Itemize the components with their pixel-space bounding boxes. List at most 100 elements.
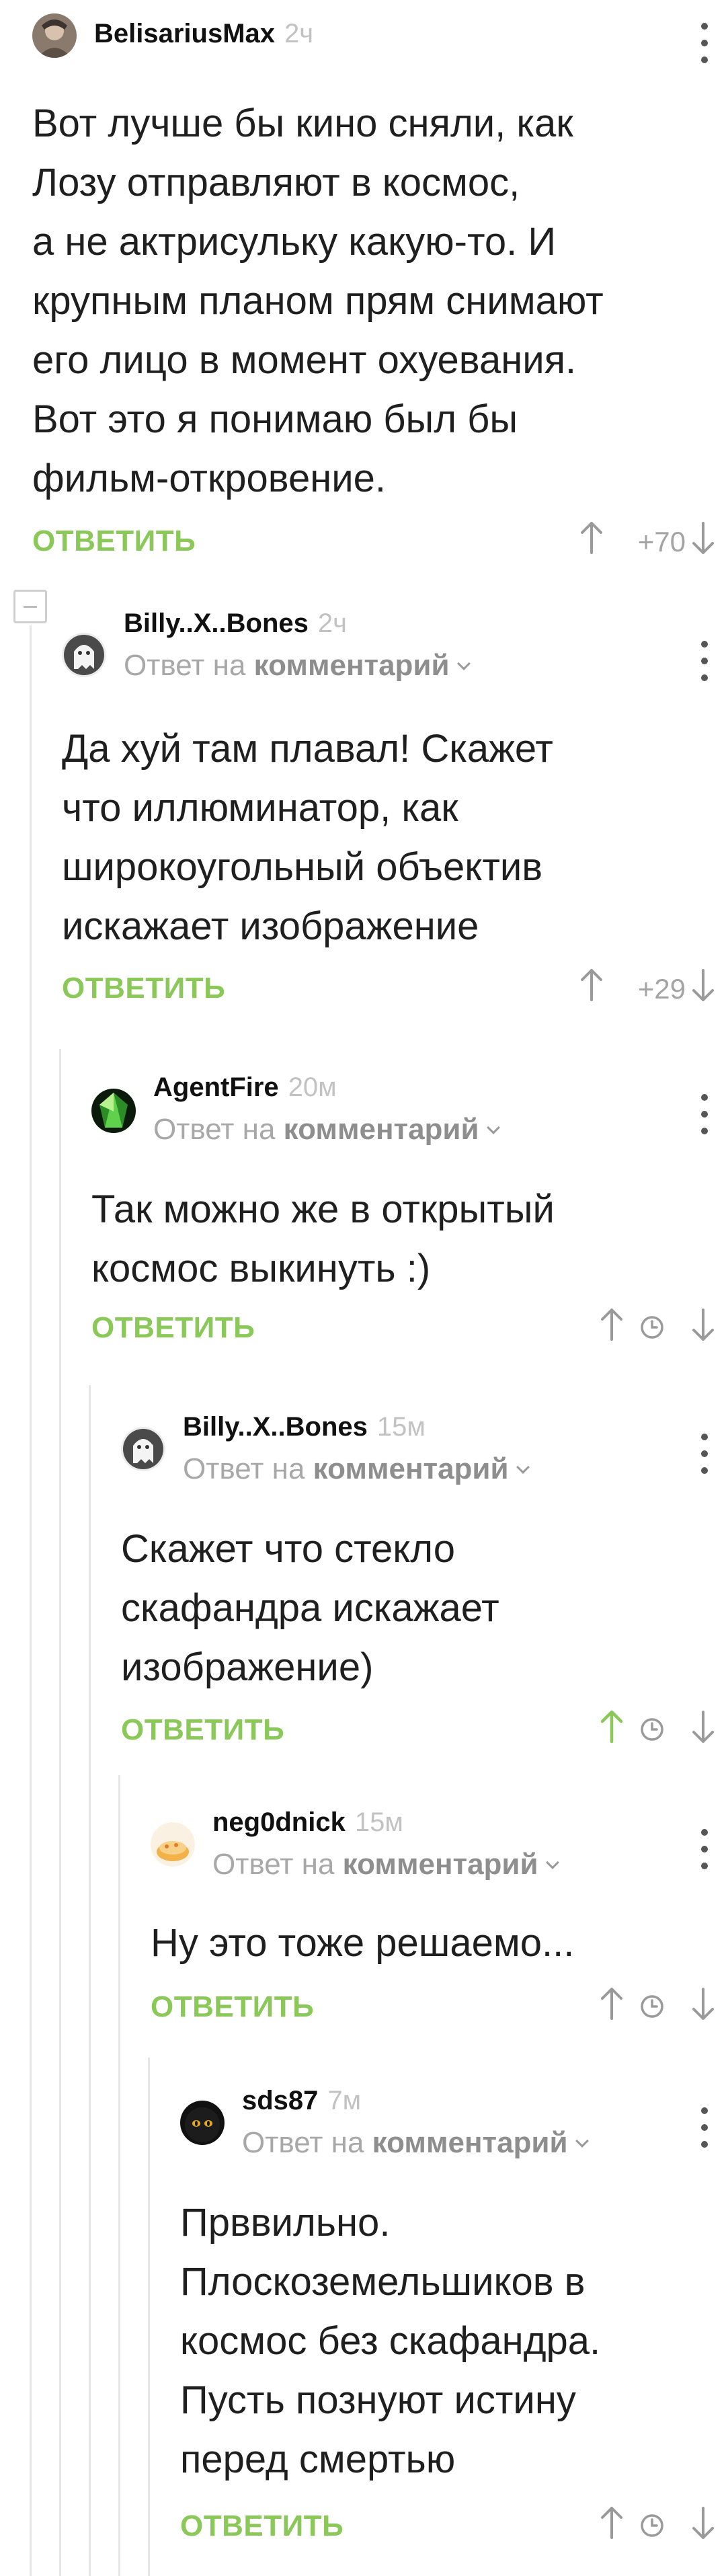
reply-to-target[interactable]: комментарий xyxy=(284,1113,479,1146)
comment-author[interactable]: Billy..X..Bones 15м xyxy=(183,1412,426,1442)
downvote-icon[interactable] xyxy=(690,519,717,557)
comment: AgentFire 20м Ответ на комментарий Так мо… xyxy=(91,1072,726,1375)
reply-to-target[interactable]: комментарий xyxy=(343,1848,538,1881)
comment-text-line: фильм-откровение. xyxy=(32,457,387,500)
comment-author[interactable]: BelisariusMax 2ч xyxy=(94,19,313,49)
author-name[interactable]: sds87 xyxy=(242,2086,318,2115)
comment-time: 20м xyxy=(288,1072,337,1102)
comment-text-line: Так можно же в открытый xyxy=(91,1187,555,1231)
food-avatar-icon xyxy=(151,1822,195,1867)
author-name[interactable]: neg0dnick xyxy=(212,1807,346,1837)
downvote-icon[interactable] xyxy=(690,1306,717,1343)
upvote-icon[interactable] xyxy=(598,1985,625,2023)
thread-line-level-2[interactable] xyxy=(59,1049,61,2576)
avatar[interactable] xyxy=(91,1089,136,1133)
more-options-icon[interactable] xyxy=(698,2107,711,2148)
more-options-icon[interactable] xyxy=(698,641,711,681)
avatar[interactable] xyxy=(32,13,77,58)
upvote-icon[interactable] xyxy=(598,1306,625,1343)
author-name[interactable]: AgentFire xyxy=(153,1072,279,1102)
reply-button[interactable]: ОТВЕТИТЬ xyxy=(91,1311,255,1345)
downvote-icon[interactable] xyxy=(690,966,717,1004)
avatar[interactable] xyxy=(151,1822,195,1867)
comment-header: Billy..X..Bones 15м Ответ на комментарий xyxy=(121,1412,726,1486)
upvote-icon[interactable] xyxy=(598,1708,625,1746)
downvote-icon[interactable] xyxy=(690,2504,717,2542)
comment-footer: ОТВЕТИТЬ +70 xyxy=(32,518,726,565)
author-name[interactable]: Billy..X..Bones xyxy=(183,1412,368,1442)
comment-text-line: Вот лучше бы кино сняли, как xyxy=(32,102,573,145)
comment-text: Да хуй там плавал! Скажет что иллюминато… xyxy=(62,719,699,956)
belisarius-avatar-icon xyxy=(32,13,77,58)
chevron-down-icon[interactable] xyxy=(516,1460,530,1474)
comment-text-line: Прввильно. xyxy=(180,2201,391,2245)
author-name[interactable]: Billy..X..Bones xyxy=(124,609,309,638)
comment-footer: ОТВЕТИТЬ +29 xyxy=(62,965,726,1012)
comment-text: Скажет что стекло скафандра искажает изо… xyxy=(121,1520,699,1697)
thread-line-level-5[interactable] xyxy=(148,2058,150,2576)
reply-to-prefix: Ответ на xyxy=(183,1452,305,1485)
thread-line-level-3[interactable] xyxy=(89,1385,91,2576)
chevron-down-icon[interactable] xyxy=(545,1856,559,1869)
downvote-icon[interactable] xyxy=(690,1985,717,2023)
comment-text-line: перед смертью xyxy=(180,2437,456,2481)
reply-button[interactable]: ОТВЕТИТЬ xyxy=(180,2509,344,2543)
more-options-icon[interactable] xyxy=(698,1094,711,1134)
chevron-down-icon[interactable] xyxy=(575,2134,589,2148)
comment-header: BelisariusMax 2ч xyxy=(32,8,726,82)
chevron-down-icon[interactable] xyxy=(486,1121,500,1134)
chevron-down-icon[interactable] xyxy=(456,657,471,670)
collapse-thread-button[interactable] xyxy=(13,590,47,623)
black-cat-avatar-icon xyxy=(180,2101,225,2145)
comment-text-line: Плоскоземельшиков в xyxy=(180,2260,586,2304)
upvote-icon[interactable] xyxy=(578,519,605,557)
reply-button[interactable]: ОТВЕТИТЬ xyxy=(62,972,225,1005)
more-options-icon[interactable] xyxy=(698,1434,711,1474)
comment-text-line: космос без скафандра. xyxy=(180,2319,601,2363)
comment-time: 15м xyxy=(354,1807,403,1837)
reply-to-link[interactable]: Ответ на комментарий xyxy=(242,2126,589,2160)
reply-to-link[interactable]: Ответ на комментарий xyxy=(153,1113,500,1146)
reply-to-prefix: Ответ на xyxy=(242,2126,364,2159)
comment-text: Так можно же в открытый космос выкинуть … xyxy=(91,1180,699,1298)
downvote-icon[interactable] xyxy=(690,1708,717,1746)
upvote-icon[interactable] xyxy=(598,2504,625,2542)
avatar[interactable] xyxy=(62,633,106,677)
thread-line-level-4[interactable] xyxy=(118,1775,120,2576)
reply-button[interactable]: ОТВЕТИТЬ xyxy=(121,1713,284,1747)
avatar[interactable] xyxy=(121,1427,165,1471)
comment-time: 15м xyxy=(376,1412,426,1442)
comment-text-line: Ну это тоже решаемо... xyxy=(151,1921,575,1965)
upvote-icon[interactable] xyxy=(578,966,605,1004)
more-options-icon[interactable] xyxy=(698,23,711,63)
comment-footer: ОТВЕТИТЬ xyxy=(121,1707,726,1754)
comment-text-line: скафандра искажает xyxy=(121,1586,499,1630)
reply-to-link[interactable]: Ответ на комментарий xyxy=(124,649,471,682)
reply-to-target[interactable]: комментарий xyxy=(372,2126,568,2159)
reply-button[interactable]: ОТВЕТИТЬ xyxy=(151,1990,314,2024)
comment: Billy..X..Bones 2ч Ответ на комментарий Д… xyxy=(62,609,726,1012)
comment-text-line: космос выкинуть :) xyxy=(91,1247,431,1290)
comment-text-line: Вот это я понимаю был бы xyxy=(32,397,518,441)
comment-author[interactable]: AgentFire 20м xyxy=(153,1072,337,1103)
comment-author[interactable]: Billy..X..Bones 2ч xyxy=(124,609,347,639)
comment-author[interactable]: neg0dnick 15м xyxy=(212,1807,403,1838)
green-crystal-avatar-icon xyxy=(91,1089,136,1133)
comment-header: neg0dnick 15м Ответ на комментарий xyxy=(151,1807,726,1881)
comment-time: 2ч xyxy=(284,19,314,48)
comment-text-line: а не актрисульку какую-то. И xyxy=(32,220,557,264)
comment-author[interactable]: sds87 7м xyxy=(242,2086,361,2116)
reply-button[interactable]: ОТВЕТИТЬ xyxy=(32,524,196,558)
reply-to-link[interactable]: Ответ на комментарий xyxy=(212,1848,559,1881)
more-options-icon[interactable] xyxy=(698,1829,711,1869)
comment-text-line: Пусть познуют истину xyxy=(180,2378,576,2422)
reply-to-target[interactable]: комментарий xyxy=(313,1452,509,1485)
reply-to-target[interactable]: комментарий xyxy=(254,649,450,682)
thread-line-level-1[interactable] xyxy=(30,625,32,2576)
comment-header: sds87 7м Ответ на комментарий xyxy=(180,2086,726,2160)
author-name[interactable]: BelisariusMax xyxy=(94,19,275,48)
avatar[interactable] xyxy=(180,2101,225,2145)
reply-to-link[interactable]: Ответ на комментарий xyxy=(183,1452,530,1486)
reply-to-prefix: Ответ на xyxy=(153,1113,276,1146)
comment-text-line: его лицо в момент охуевания. xyxy=(32,338,577,382)
